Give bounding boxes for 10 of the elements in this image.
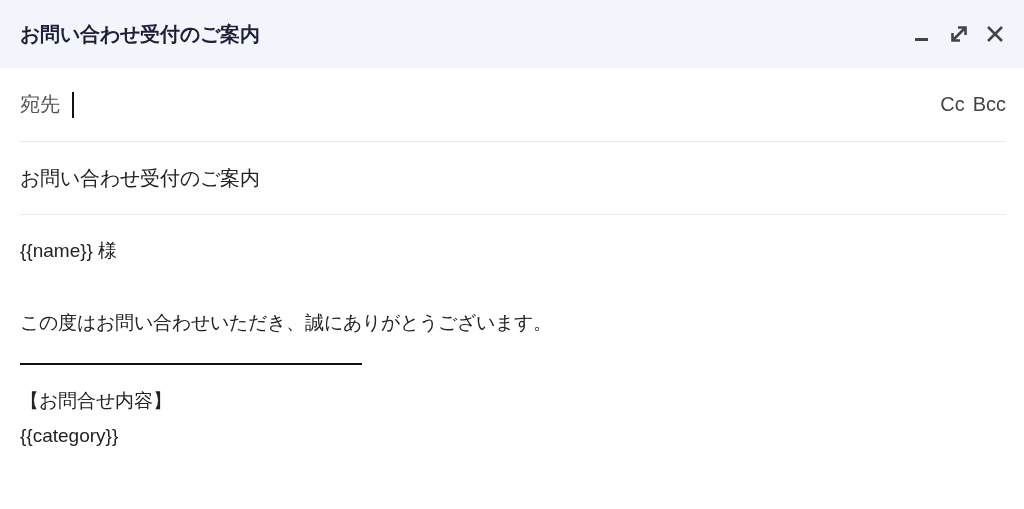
to-label: 宛先 bbox=[20, 92, 60, 117]
body-text: この度はお問い合わせいただき、誠にありがとうございます。 bbox=[20, 311, 553, 335]
recipient-link[interactable]: Cc bbox=[940, 93, 965, 116]
window-title: お問い合わせ受付のご案内 bbox=[20, 21, 261, 47]
expand-icon[interactable] bbox=[948, 23, 970, 45]
body-text: 【お問合せ内容】 bbox=[20, 389, 173, 413]
body-text: {{category}} bbox=[20, 424, 120, 448]
body-text: {{name}} 様 bbox=[20, 239, 119, 263]
recipient-link[interactable]: Bcc bbox=[972, 93, 1006, 116]
subject-field[interactable]: お問い合わせ受付のご案内 bbox=[20, 164, 260, 192]
